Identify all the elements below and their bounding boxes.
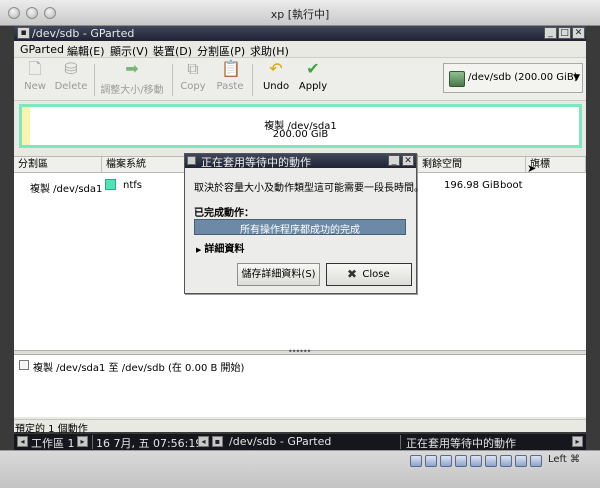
pending-operations-list: 複製 /dev/sda1 至 /dev/sdb (在 0.00 B 開始) bbox=[14, 355, 586, 417]
menu-view[interactable]: 顯示(V) bbox=[110, 43, 148, 59]
apply-label: Apply bbox=[298, 81, 328, 92]
undo-button[interactable]: ↶ Undo bbox=[262, 59, 290, 93]
dialog-menu-icon[interactable] bbox=[187, 156, 196, 165]
save-details-button[interactable]: 儲存詳細資料(S) bbox=[237, 263, 320, 286]
applying-operations-dialog: 正在套用等待中的動作 _ ✕ 取決於容量大小及動作類型這可能需要一段長時間。 已… bbox=[184, 153, 424, 294]
device-selector-value: /dev/sdb (200.00 GiB) bbox=[468, 72, 578, 83]
dialog-description: 取決於容量大小及動作類型這可能需要一段長時間。 bbox=[194, 183, 424, 194]
dialog-title: 正在套用等待中的動作 bbox=[201, 156, 311, 169]
minimize-icon[interactable]: _ bbox=[388, 155, 400, 166]
delete-button[interactable]: ⛁ Delete bbox=[54, 59, 88, 93]
close-button[interactable]: ✖ Close bbox=[326, 263, 412, 286]
mouse-integration-status-icon[interactable] bbox=[515, 455, 527, 467]
paste-button[interactable]: 📋 Paste bbox=[216, 59, 244, 93]
toolbar-separator bbox=[172, 64, 173, 96]
device-selector[interactable]: /dev/sdb (200.00 GiB) ▼ bbox=[443, 63, 583, 93]
menu-gparted[interactable]: GParted bbox=[20, 43, 64, 56]
gparted-window-title: /dev/sdb - GParted bbox=[32, 27, 135, 40]
undo-icon: ↶ bbox=[269, 59, 283, 78]
task-window-icon[interactable]: ▪ bbox=[212, 436, 223, 447]
row-flags: boot bbox=[500, 180, 523, 191]
host-window-title: xp [執行中] bbox=[270, 8, 330, 21]
column-header-partition[interactable]: 分割區 bbox=[14, 157, 102, 173]
column-header-unused[interactable]: 剩餘空間 bbox=[418, 157, 526, 173]
task-applying-dialog[interactable]: 正在套用等待中的動作 bbox=[406, 435, 516, 451]
task-scroll-right-icon[interactable]: ▸ bbox=[572, 436, 583, 447]
details-expander[interactable]: ▶ 詳細資料 bbox=[196, 240, 244, 255]
taskbar: ◂ 工作區 1 ▸ 16 7月, 五 07:56:19 ◂ ▪ /dev/sdb… bbox=[14, 434, 586, 450]
operation-text: 複製 /dev/sda1 至 /dev/sdb (在 0.00 B 開始) bbox=[33, 363, 245, 374]
row-filesystem: ntfs bbox=[123, 180, 142, 191]
dialog-titlebar: 正在套用等待中的動作 _ ✕ bbox=[185, 154, 416, 169]
undo-label: Undo bbox=[262, 81, 290, 92]
workspace-label[interactable]: 工作區 1 bbox=[31, 435, 75, 451]
delete-disk-icon: ⛁ bbox=[64, 59, 78, 78]
next-workspace-icon[interactable]: ▸ bbox=[77, 436, 88, 447]
minimize-icon[interactable]: _ bbox=[544, 27, 557, 39]
copy-label: Copy bbox=[180, 81, 206, 92]
clock: 16 7月, 五 07:56:19 bbox=[96, 437, 203, 450]
new-label: New bbox=[24, 81, 46, 92]
task-scroll-left-icon[interactable]: ◂ bbox=[198, 436, 209, 447]
apply-button[interactable]: ✔ Apply bbox=[298, 59, 328, 93]
menu-help[interactable]: 求助(H) bbox=[250, 43, 289, 59]
close-button-label: Close bbox=[362, 269, 390, 280]
maximize-icon[interactable]: □ bbox=[558, 27, 571, 39]
progress-bar: 所有操作程序都成功的完成 bbox=[194, 219, 406, 236]
filesystem-color-swatch bbox=[105, 179, 116, 190]
cd-rom-status-icon[interactable] bbox=[425, 455, 437, 467]
menubar: GParted 編輯(E) 顯示(V) 裝置(D) 分割區(P) 求助(H) bbox=[14, 41, 586, 58]
menu-device[interactable]: 裝置(D) bbox=[153, 43, 192, 59]
shared-folder-status-icon[interactable] bbox=[485, 455, 497, 467]
hard-disk-icon bbox=[449, 71, 465, 87]
gparted-titlebar: ▪ /dev/sdb - GParted _ □ ✕ bbox=[14, 26, 586, 41]
display-status-icon[interactable] bbox=[500, 455, 512, 467]
copy-operation-icon bbox=[19, 360, 29, 370]
mouse-cursor-icon: ➤ bbox=[527, 162, 537, 175]
paste-icon: 📋 bbox=[221, 59, 241, 78]
floppy-status-icon[interactable] bbox=[440, 455, 452, 467]
close-icon: ✖ bbox=[347, 267, 358, 281]
task-gparted[interactable]: /dev/sdb - GParted bbox=[229, 435, 331, 448]
row-unused: 196.98 GiB bbox=[444, 180, 500, 191]
gparted-statusbar: 預定的 1 個動作 bbox=[14, 419, 586, 435]
column-header-filesystem[interactable]: 檔案系統 bbox=[102, 157, 186, 173]
toolbar-separator bbox=[252, 64, 253, 96]
host-key-label: Left ⌘ bbox=[548, 454, 580, 465]
delete-label: Delete bbox=[54, 81, 88, 92]
toolbar-separator bbox=[94, 64, 95, 96]
hard-disk-status-icon[interactable] bbox=[410, 455, 422, 467]
network-status-icon[interactable] bbox=[455, 455, 467, 467]
menu-edit[interactable]: 編輯(E) bbox=[67, 43, 105, 59]
copy-button[interactable]: ⧉ Copy bbox=[180, 59, 206, 93]
keyboard-capture-status-icon[interactable] bbox=[530, 455, 542, 467]
partition-graphic-size: 200.00 GiB bbox=[272, 129, 329, 140]
expander-triangle-icon: ▶ bbox=[196, 246, 202, 254]
new-document-icon: 🗋 bbox=[28, 59, 42, 78]
copy-icon: ⧉ bbox=[187, 59, 199, 78]
host-titlebar: xp [執行中] bbox=[0, 0, 600, 26]
partition-graphic[interactable]: 複製 /dev/sda1 200.00 GiB bbox=[19, 104, 582, 148]
prev-workspace-icon[interactable]: ◂ bbox=[17, 436, 28, 447]
completed-operations-label: 已完成動作： bbox=[194, 208, 254, 219]
paste-label: Paste bbox=[216, 81, 244, 92]
taskbar-separator bbox=[400, 435, 401, 449]
row-partition: 複製 /dev/sda1 bbox=[30, 184, 103, 195]
dropdown-arrow-icon: ▼ bbox=[573, 73, 580, 83]
progress-text: 所有操作程序都成功的完成 bbox=[240, 225, 360, 236]
close-icon[interactable]: ✕ bbox=[402, 155, 414, 166]
resize-arrow-icon: ➡ bbox=[125, 59, 139, 78]
menu-partition[interactable]: 分割區(P) bbox=[197, 43, 245, 59]
close-icon[interactable]: ✕ bbox=[572, 27, 585, 39]
pending-count: 預定的 1 個動作 bbox=[15, 424, 88, 435]
details-label: 詳細資料 bbox=[204, 244, 245, 255]
window-menu-icon[interactable]: ▪ bbox=[17, 27, 30, 39]
host-statusbar: Left ⌘ bbox=[0, 450, 600, 488]
new-button[interactable]: 🗋 New bbox=[22, 59, 48, 93]
checkmark-icon: ✔ bbox=[306, 59, 320, 78]
usb-status-icon[interactable] bbox=[470, 455, 482, 467]
taskbar-separator bbox=[92, 435, 93, 449]
resize-move-label: 調整大小/移動 bbox=[100, 85, 164, 96]
resize-move-button[interactable]: ➡ 調整大小/移動 bbox=[100, 59, 164, 97]
